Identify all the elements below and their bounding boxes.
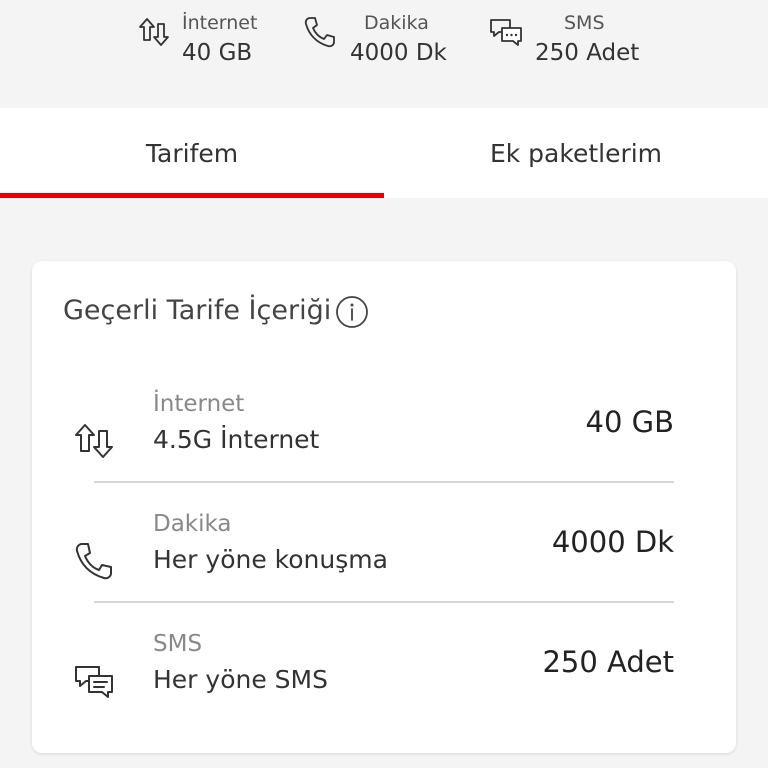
tab-tarifem[interactable]: Tarifem — [0, 108, 384, 198]
phone-icon — [302, 14, 338, 50]
tariff-row-dakika-description: Her yöne konuşma — [153, 545, 388, 574]
summary-internet: İnternet 40 GB — [136, 8, 266, 78]
summary-dakika-label: Dakika — [364, 12, 429, 34]
info-icon[interactable] — [335, 295, 369, 329]
summary-dakika-value: 4000 Dk — [350, 40, 447, 66]
tab-ek-paketlerim[interactable]: Ek paketlerim — [384, 108, 768, 198]
tariff-row-dakika-value: 4000 Dk — [551, 525, 674, 559]
phone-icon — [72, 539, 116, 583]
summary-sms-value: 250 Adet — [535, 40, 640, 66]
tariff-row-internet-value: 40 GB — [585, 405, 675, 439]
tariff-row-sms: SMS Her yöne SMS 250 Adet — [32, 621, 736, 741]
data-arrows-icon — [72, 419, 116, 463]
card-title: Geçerli Tarife İçeriği — [63, 295, 332, 326]
summary-dakika: Dakika 4000 Dk — [302, 8, 452, 78]
tariff-row-dakika-label: Dakika — [153, 511, 232, 537]
summary-sms-label: SMS — [564, 12, 605, 34]
summary-sms: SMS 250 Adet — [488, 8, 648, 78]
tariff-row-sms-label: SMS — [153, 631, 203, 657]
summary-internet-value: 40 GB — [182, 40, 253, 66]
usage-summary: İnternet 40 GB Dakika 4000 Dk SMS 250 Ad… — [0, 0, 768, 108]
chat-bubbles-icon — [72, 659, 116, 703]
summary-internet-label: İnternet — [182, 12, 258, 34]
row-divider — [94, 601, 674, 603]
tab-tarifem-label: Tarifem — [145, 138, 239, 168]
chat-bubbles-icon — [488, 14, 524, 50]
tariff-row-sms-description: Her yöne SMS — [153, 665, 328, 694]
tariff-row-dakika: Dakika Her yöne konuşma 4000 Dk — [32, 501, 736, 621]
tariff-row-sms-value: 250 Adet — [542, 645, 674, 679]
tab-bar: Tarifem Ek paketlerim — [0, 108, 768, 198]
tariff-row-internet: İnternet 4.5G İnternet 40 GB — [32, 381, 736, 501]
tariff-row-internet-description: 4.5G İnternet — [153, 425, 320, 454]
tariff-content-card: Geçerli Tarife İçeriği İnternet 4.5G İnt… — [32, 261, 736, 753]
data-arrows-icon — [136, 14, 172, 50]
row-divider — [94, 481, 674, 483]
active-tab-indicator — [0, 193, 384, 198]
tariff-row-internet-label: İnternet — [153, 391, 245, 417]
tab-ek-paketlerim-label: Ek paketlerim — [489, 138, 663, 168]
